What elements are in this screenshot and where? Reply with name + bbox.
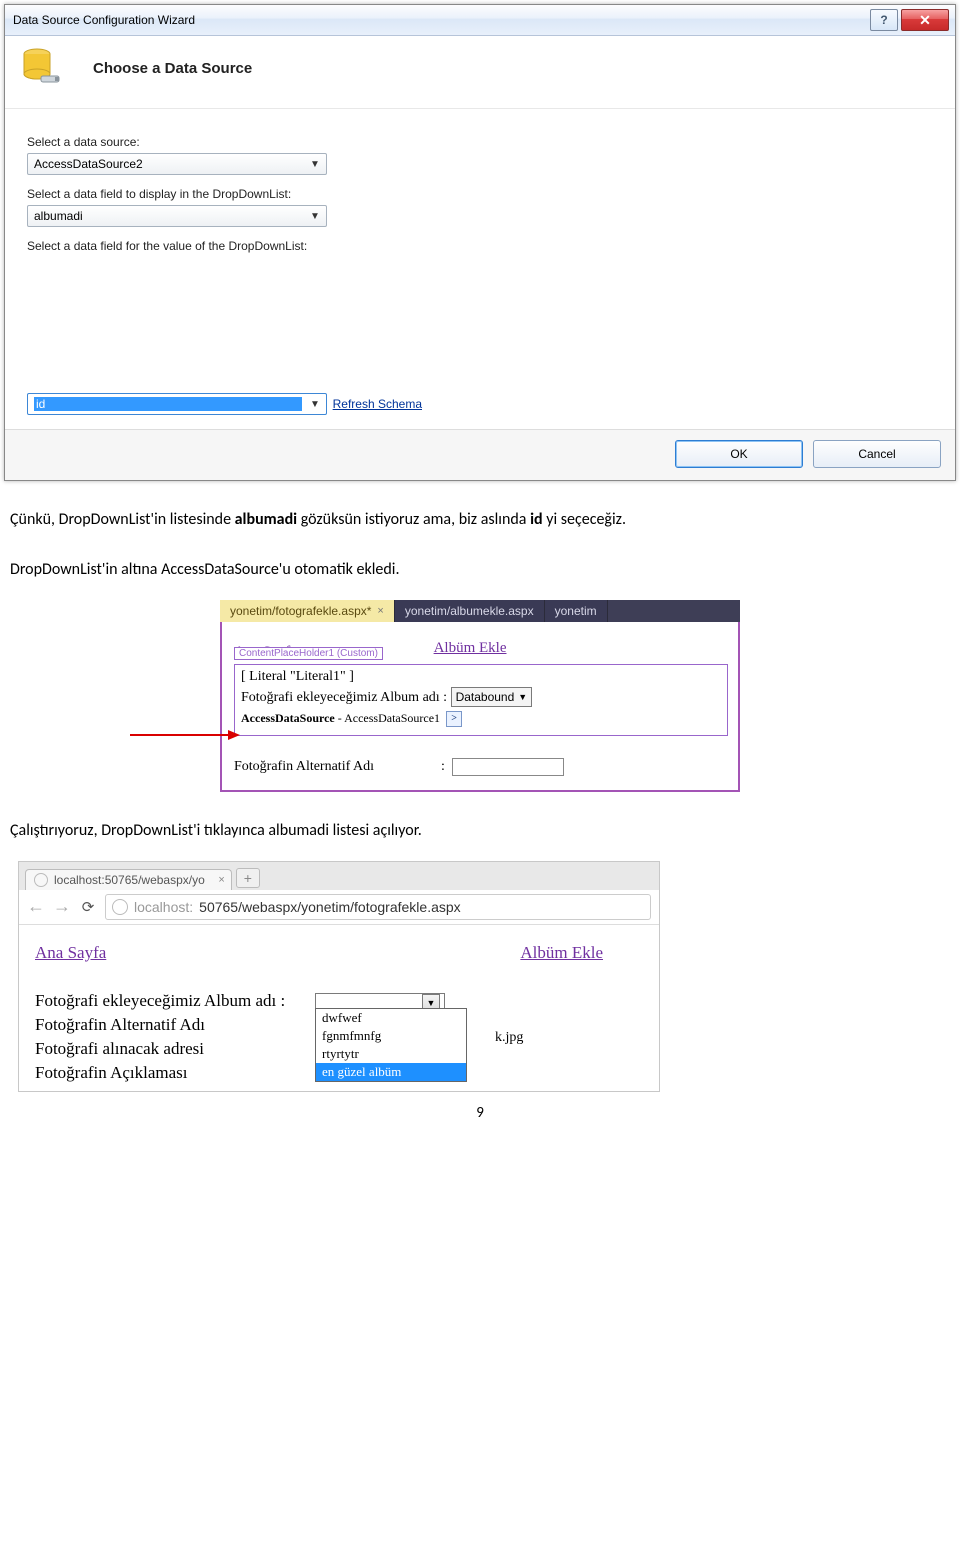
text: Çünkü, DropDownList'in listesinde [10,510,235,529]
help-button[interactable]: ? [870,9,898,31]
close-icon: ✕ [919,12,931,29]
address-bar[interactable]: localhost: 50765/webaspx/yonetim/fotograf… [105,894,651,920]
dialog-title: Data Source Configuration Wizard [13,13,870,27]
browser-toolbar: ← → ⟳ localhost: 50765/webaspx/yonetim/fo… [19,890,659,925]
text-bold: albumadi [235,510,297,529]
paragraph-2: DropDownList'in altına AccessDataSource'… [10,559,950,581]
dialog-form: Select a data source: AccessDataSource2 … [5,109,955,429]
refresh-schema-link[interactable]: Refresh Schema [333,397,422,411]
row-label: Fotoğrafin Açıklaması [35,1063,315,1083]
page-body: Ana Sayfa Albüm Ekle Fotoğrafi ekleyeceğ… [19,925,659,1091]
favicon-icon [34,873,48,887]
row-album-adi: Fotoğrafi ekleyeceğimiz Album adı : ▼ dw… [35,989,643,1013]
tab-inactive[interactable]: yonetim [545,600,608,622]
text: gözüksün istiyoruz ama, biz aslında [297,510,530,529]
row-album-adi: Fotoğrafi ekleyeceğimiz Album adı : Data… [241,687,721,707]
dropdown-item-selected[interactable]: en güzel albüm [316,1063,466,1081]
globe-icon [112,899,128,915]
page-number: 9 [0,1104,960,1122]
back-button[interactable]: ← [27,896,45,917]
label-value-field: Select a data field for the value of the… [27,239,933,253]
cancel-button-label: Cancel [858,447,895,461]
text-fragment: k.jpg [495,1030,523,1046]
paragraph-3: Çalıştırıyoruz, DropDownList'i tıklayınc… [10,820,950,842]
row-label: Fotoğrafi ekleyeceğimiz Album adı : [35,991,315,1011]
row-alt-ad: Fotoğrafin Alternatif Adı : [234,758,728,776]
page-nav: Ana Sayfa Albüm Ekle [35,943,643,963]
ads-label-bold: AccessDataSource [241,711,335,725]
row-label: Fotoğrafin Alternatif Adı [234,760,374,775]
dropdown-item[interactable]: fgnmfmnfg [316,1027,466,1045]
row-label: Fotoğrafi alınacak adresi [35,1039,315,1059]
dialog-button-row: OK Cancel [5,429,955,480]
design-surface: Ana Sayfa Albüm Ekle ContentPlaceHolder1… [220,622,740,793]
url-path: 50765/webaspx/yonetim/fotografekle.aspx [199,899,461,915]
tab-inactive[interactable]: yonetim/albumekle.aspx [395,600,545,622]
config-wizard-dialog: Data Source Configuration Wizard ? ✕ Cho… [4,4,956,481]
chevron-down-icon: ▼ [308,211,322,222]
link-anasayfa[interactable]: Ana Sayfa [35,943,106,963]
literal-control: [ Literal "Literal1" ] [241,669,721,685]
dropdown-list: dwfwef fgnmfmnfg rtyrtytr en güzel albüm [315,1008,467,1082]
vs-designer-screenshot: yonetim/fotografekle.aspx* × yonetim/alb… [220,600,740,793]
dropdown-value: Databound [456,690,515,704]
new-tab-button[interactable]: + [236,868,260,888]
ok-button[interactable]: OK [675,440,803,468]
row-label: Fotoğrafin Alternatif Adı [35,1015,315,1035]
display-field-combo[interactable]: albumadi ▼ [27,205,327,227]
contentplaceholder-box: [ Literal "Literal1" ] Fotoğrafi ekleyec… [234,664,728,737]
close-icon[interactable]: × [218,874,224,886]
datasource-combo[interactable]: AccessDataSource2 ▼ [27,153,327,175]
accessdatasource-control[interactable]: AccessDataSource - AccessDataSource1 > [241,711,462,727]
chevron-down-icon: ▼ [308,399,322,410]
dropdown-item[interactable]: dwfwef [316,1009,466,1027]
row-label: Fotoğrafi ekleyeceğimiz Album adı : [241,690,447,705]
browser-tabstrip: localhost:50765/webaspx/yo × + [19,862,659,890]
forward-button[interactable]: → [53,896,71,917]
cancel-button[interactable]: Cancel [813,440,941,468]
close-icon[interactable]: × [377,605,383,617]
editor-tabstrip: yonetim/fotografekle.aspx* × yonetim/alb… [220,600,740,622]
display-field-value: albumadi [34,209,302,223]
paragraph-1: Çünkü, DropDownList'in listesinde albuma… [10,509,950,531]
link-album-ekle[interactable]: Albüm Ekle [520,943,603,963]
ads-label-rest: - AccessDataSource1 [335,711,440,725]
plus-icon: + [244,870,252,886]
text: yi seçeceğiz. [543,510,626,529]
text-input[interactable] [452,758,564,776]
help-icon: ? [880,13,887,27]
colon: : [441,760,445,775]
dropdown-item[interactable]: rtyrtytr [316,1045,466,1063]
contentplaceholder-tag: ContentPlaceHolder1 (Custom) [234,647,383,660]
tab-label: yonetim [555,604,597,618]
dialog-header: Choose a Data Source [5,36,955,109]
album-dropdown[interactable]: ▼ dwfwef fgnmfmnfg rtyrtytr en güzel alb… [315,988,445,1013]
smart-tag-icon[interactable]: > [446,711,462,727]
browser-screenshot: localhost:50765/webaspx/yo × + ← → ⟳ loc… [18,861,660,1092]
datasource-combo-value: AccessDataSource2 [34,157,302,171]
dialog-titlebar: Data Source Configuration Wizard ? ✕ [5,5,955,36]
label-select-source: Select a data source: [27,135,933,149]
chevron-right-icon: > [451,713,457,724]
dialog-body: Choose a Data Source Select a data sourc… [5,36,955,480]
url-host: localhost: [134,899,193,915]
browser-tab[interactable]: localhost:50765/webaspx/yo × [25,869,232,890]
label-display-field: Select a data field to display in the Dr… [27,187,933,201]
database-icon [19,46,63,90]
tab-active[interactable]: yonetim/fotografekle.aspx* × [220,600,395,622]
reload-button[interactable]: ⟳ [79,898,97,916]
chevron-down-icon: ▼ [308,159,322,170]
close-button[interactable]: ✕ [901,9,949,31]
tab-title: localhost:50765/webaspx/yo [54,873,205,887]
tab-label: yonetim/fotografekle.aspx* [230,604,371,618]
arrow-icon [130,730,240,740]
ok-button-label: OK [730,447,747,461]
dialog-header-title: Choose a Data Source [93,60,252,77]
text-bold: id [530,510,543,529]
tab-label: yonetim/albumekle.aspx [405,604,534,618]
chevron-down-icon: ▼ [518,692,527,702]
value-field-combo[interactable]: id ▼ [27,393,327,415]
value-field-value: id [34,397,302,411]
databound-dropdown[interactable]: Databound ▼ [451,687,533,707]
